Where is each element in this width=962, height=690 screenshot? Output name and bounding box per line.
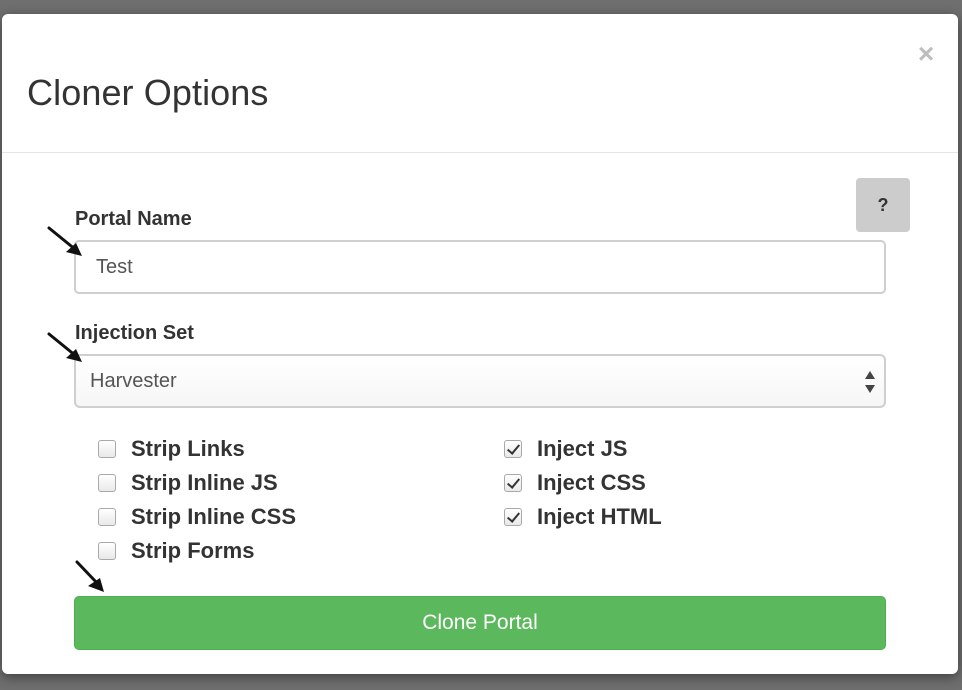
strip-inline-js-checkbox[interactable] <box>98 474 116 492</box>
help-button[interactable]: ? <box>856 178 910 232</box>
strip-inline-css-checkbox[interactable] <box>98 508 116 526</box>
inject-html-option[interactable]: Inject HTML <box>504 504 662 530</box>
inject-css-option[interactable]: Inject CSS <box>504 470 646 496</box>
close-button[interactable]: × <box>914 40 938 68</box>
injection-set-value: Harvester <box>90 369 177 392</box>
inject-js-option[interactable]: Inject JS <box>504 436 627 462</box>
annotation-arrow-icon <box>75 560 104 592</box>
strip-forms-option[interactable]: Strip Forms <box>98 538 254 564</box>
inject-js-checkbox[interactable] <box>504 440 522 458</box>
injection-set-select[interactable]: Harvester <box>74 354 886 408</box>
injection-set-label: Injection Set <box>75 322 194 344</box>
strip-inline-css-option[interactable]: Strip Inline CSS <box>98 504 296 530</box>
annotation-arrow-icon <box>47 332 82 362</box>
inject-html-checkbox[interactable] <box>504 508 522 526</box>
strip-inline-css-label: Strip Inline CSS <box>131 504 297 529</box>
strip-forms-label: Strip Forms <box>131 538 255 563</box>
portal-name-input[interactable] <box>74 240 886 294</box>
strip-inline-js-label: Strip Inline JS <box>131 470 278 495</box>
strip-inline-js-option[interactable]: Strip Inline JS <box>98 470 278 496</box>
inject-js-label: Inject JS <box>537 436 628 461</box>
strip-links-label: Strip Links <box>131 436 245 461</box>
inject-css-label: Inject CSS <box>537 470 646 495</box>
strip-links-checkbox[interactable] <box>98 440 116 458</box>
strip-links-option[interactable]: Strip Links <box>98 436 245 462</box>
inject-css-checkbox[interactable] <box>504 474 522 492</box>
inject-html-label: Inject HTML <box>537 504 662 529</box>
modal-header: Cloner Options × <box>2 14 958 153</box>
strip-forms-checkbox[interactable] <box>98 542 116 560</box>
clone-portal-button[interactable]: Clone Portal <box>74 596 886 650</box>
cloner-options-modal: Cloner Options × ? Portal Name Injection… <box>2 14 958 674</box>
annotation-arrow-icon <box>47 226 82 256</box>
select-arrows-icon <box>864 371 876 393</box>
portal-name-label: Portal Name <box>75 208 192 230</box>
modal-title: Cloner Options <box>27 72 269 113</box>
